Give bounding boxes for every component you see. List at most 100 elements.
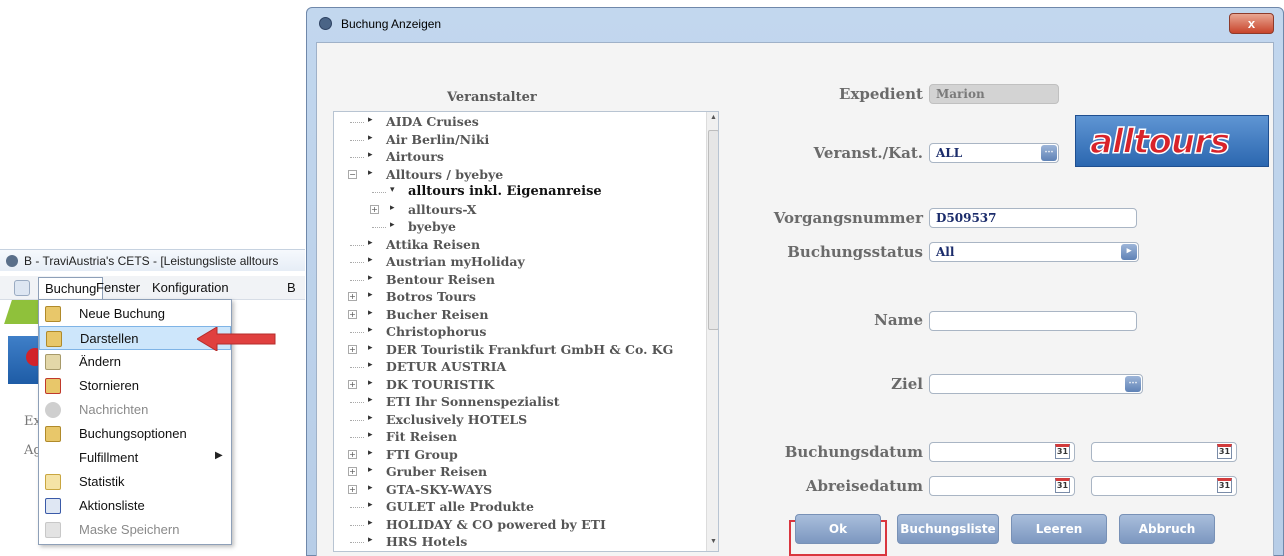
tree-item[interactable]: ▸ Austrian myHoliday [334,254,704,271]
veranst-kat-field[interactable]: ALL [929,143,1059,163]
expand-icon[interactable]: + [348,467,357,476]
tree-item[interactable]: ▸ HOLIDAY & CO powered by ETI [334,517,704,534]
abbruch-button[interactable]: Abbruch [1119,514,1215,544]
new-booking-icon [45,306,61,322]
tree-item-label: DETUR AUSTRIA [386,359,507,374]
calendar-icon[interactable]: 31 [1055,478,1070,493]
tree-item[interactable]: ▸ HRS Hotels [334,534,704,551]
tree-item[interactable]: ▸ GULET alle Produkte [334,499,704,516]
scroll-thumb[interactable] [708,130,718,330]
expand-icon[interactable]: + [348,309,357,319]
tree-item[interactable]: ▸ Air Berlin/Niki [334,132,704,149]
tree-connector [372,227,386,228]
tree-item-label: Christophorus [386,324,487,339]
menu-more[interactable]: B [287,280,296,295]
buchungsliste-button[interactable]: Buchungsliste [897,514,999,544]
expand-icon[interactable]: + [348,292,357,301]
tree-scrollbar[interactable]: ▲ ▼ [706,112,718,551]
dialog-body: Veranstalter ▸ AIDA Cruises ▸ Air Berlin/Ni… [316,42,1274,556]
tree-arrow-icon: ▸ [368,272,373,283]
ok-button[interactable]: Ok [795,514,881,544]
close-button[interactable]: x [1229,13,1274,34]
tree-connector [350,279,364,281]
buchungsstatus-select[interactable]: All [929,242,1139,262]
calendar-icon[interactable]: 31 [1217,478,1232,493]
expand-icon[interactable]: + [348,449,357,459]
tree-item-label: Attika Reisen [386,236,481,252]
expand-icon[interactable]: + [348,484,357,494]
scroll-down-icon[interactable]: ▼ [710,538,717,545]
scroll-up-icon[interactable]: ▲ [710,114,717,121]
tree-item[interactable]: ▸ Christophorus [334,324,704,341]
tree-item[interactable]: ▸ Exclusively HOTELS [334,412,704,429]
buchungsdatum-from-field[interactable] [929,442,1075,462]
buchungsdatum-to-field[interactable] [1091,442,1237,462]
calendar-icon[interactable]: 31 [1217,444,1232,459]
menu-buchung[interactable]: Buchung [38,277,104,299]
collapse-icon[interactable]: − [348,169,357,179]
tree-item[interactable]: + ▸ FTI Group [334,447,704,464]
tree-connector [372,192,386,193]
tree-item[interactable]: + ▸ GTA-SKY-WAYS [334,482,704,499]
tree-item-label: ETI Ihr Sonnenspezialist [386,394,560,409]
app-menu-icon[interactable] [14,280,30,296]
tree-item[interactable]: + ▸ DK TOURISTIK [334,377,704,394]
menu-item-fulfillment[interactable]: Fulfillment ▶ [39,446,231,470]
tree-connector [350,419,364,421]
tree-item[interactable]: ▸ Bentour Reisen [334,272,704,289]
tree-item[interactable]: ▸ Airtours [334,149,704,166]
expand-icon[interactable]: + [348,379,357,389]
tree-arrow-icon: ▸ [368,517,373,528]
menu-item-aktionsliste[interactable]: Aktionsliste [39,494,231,518]
menu-fenster[interactable]: Fenster [96,280,140,295]
menu-item-label: Ändern [79,354,121,369]
tree-arrow-icon: ▸ [368,360,373,370]
tree-arrow-icon: ▸ [390,220,395,230]
tree-item[interactable]: ▾ alltours inkl. Eigenanreise [334,184,704,201]
tree-arrow-icon: ▸ [368,500,373,510]
tree-arrow-icon: ▸ [368,290,373,300]
expand-icon[interactable]: + [348,344,357,354]
calendar-icon[interactable]: 31 [1055,444,1070,459]
expand-icon[interactable]: + [370,204,379,214]
submenu-arrow-icon: ▶ [215,450,223,461]
tree-item-label: Exclusively HOTELS [386,411,528,427]
vorgangsnummer-field[interactable]: D509537 [929,208,1137,228]
menu-item-label: Nachrichten [79,402,149,417]
tree-connector [350,524,364,526]
tree-item-label: Bucher Reisen [386,306,489,322]
menu-item-stornieren[interactable]: Stornieren [39,374,231,398]
abreisedatum-from-field[interactable] [929,476,1075,496]
tree-item[interactable]: + ▸ alltours-X [334,202,704,219]
logo-text: alltours [1089,121,1231,163]
tree-item[interactable]: ▸ DETUR AUSTRIA [334,359,704,376]
tree-item[interactable]: ▸ Fit Reisen [334,429,704,446]
leeren-button[interactable]: Leeren [1011,514,1107,544]
tree-item[interactable]: − ▸ Alltours / byebye [334,167,704,184]
dropdown-arrow-icon[interactable]: ▸ [1121,244,1137,260]
tree-item[interactable]: ▸ byebye [334,219,704,236]
abreisedatum-to-field[interactable] [1091,476,1237,496]
tree-connector [350,332,364,333]
tree-item[interactable]: ▸ ETI Ihr Sonnenspezialist [334,394,704,411]
menu-item-neue-buchung[interactable]: Neue Buchung [39,302,231,326]
menu-item-buchungsoptionen[interactable]: Buchungsoptionen [39,422,231,446]
tree-item[interactable]: + ▸ DER Touristik Frankfurt GmbH & Co. KG [334,342,704,359]
red-pointer-arrow-icon [197,327,276,351]
tree-arrow-icon: ▸ [368,412,373,423]
tree-arrow-icon: ▸ [368,255,373,265]
ziel-picker-icon[interactable]: ⋯ [1125,376,1141,392]
tree-item[interactable]: ▸ AIDA Cruises [334,114,704,131]
veranst-picker-icon[interactable]: ⋯ [1041,145,1057,161]
name-field[interactable] [929,311,1137,331]
tree-item[interactable]: + ▸ Bucher Reisen [334,307,704,324]
menu-konfiguration[interactable]: Konfiguration [152,280,229,295]
tree-item[interactable]: + ▸ Gruber Reisen [334,464,704,481]
menu-item-statistik[interactable]: Statistik [39,470,231,494]
menu-item-aendern[interactable]: Ändern [39,350,231,374]
veranstalter-tree[interactable]: ▸ AIDA Cruises ▸ Air Berlin/Niki ▸ Airtours − ▸… [333,111,719,552]
tree-item[interactable]: ▸ Attika Reisen [334,237,704,254]
ziel-field[interactable] [929,374,1143,394]
tree-item-label: alltours-X [408,201,477,217]
tree-item[interactable]: + ▸ Botros Tours [334,289,704,306]
